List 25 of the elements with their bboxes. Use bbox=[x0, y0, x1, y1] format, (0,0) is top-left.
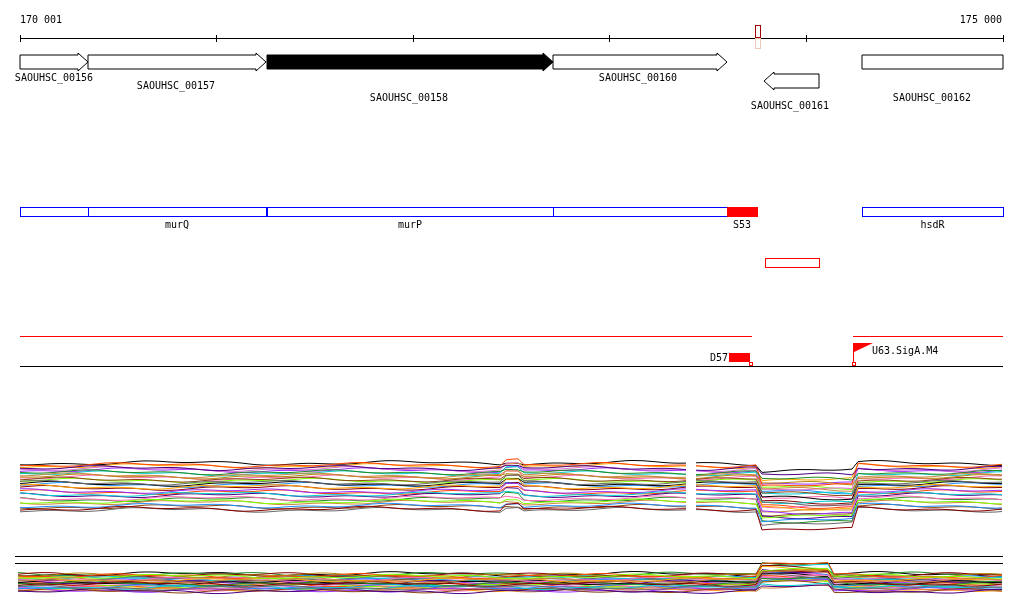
ruler-start-label: 170 001 bbox=[20, 14, 63, 25]
gene-label: SAOUHSC_00162 bbox=[892, 92, 972, 103]
annotation-segment[interactable] bbox=[862, 207, 1004, 217]
flag-icon[interactable] bbox=[852, 342, 873, 366]
gene-label: SAOUHSC_00161 bbox=[750, 100, 830, 111]
annotation-label: murQ bbox=[164, 219, 190, 230]
annotation-segment[interactable] bbox=[267, 207, 554, 217]
annotation-label: hsdR bbox=[920, 219, 945, 230]
annotation-label: murP bbox=[397, 219, 423, 230]
gene-arrow[interactable] bbox=[266, 52, 554, 72]
region-box[interactable] bbox=[765, 258, 820, 268]
annotation-segment[interactable] bbox=[88, 207, 267, 217]
position-marker[interactable] bbox=[755, 25, 761, 49]
gene-label: SAOUHSC_00158 bbox=[369, 92, 449, 103]
annotation-segment[interactable] bbox=[553, 207, 728, 217]
signal-label: D57 bbox=[709, 352, 728, 363]
annotation-label: S53 bbox=[732, 219, 752, 230]
signal-label: U63.SigA.M4 bbox=[872, 345, 939, 356]
gene-label: SAOUHSC_00160 bbox=[598, 72, 678, 83]
ruler-end-label: 175 000 bbox=[959, 14, 1002, 25]
gene-box[interactable] bbox=[861, 54, 1004, 70]
signal-block[interactable] bbox=[729, 353, 753, 366]
gene-label: SAOUHSC_00157 bbox=[136, 80, 216, 91]
annotation-segment[interactable] bbox=[20, 207, 89, 217]
gene-label: SAOUHSC_00156 bbox=[14, 72, 94, 83]
